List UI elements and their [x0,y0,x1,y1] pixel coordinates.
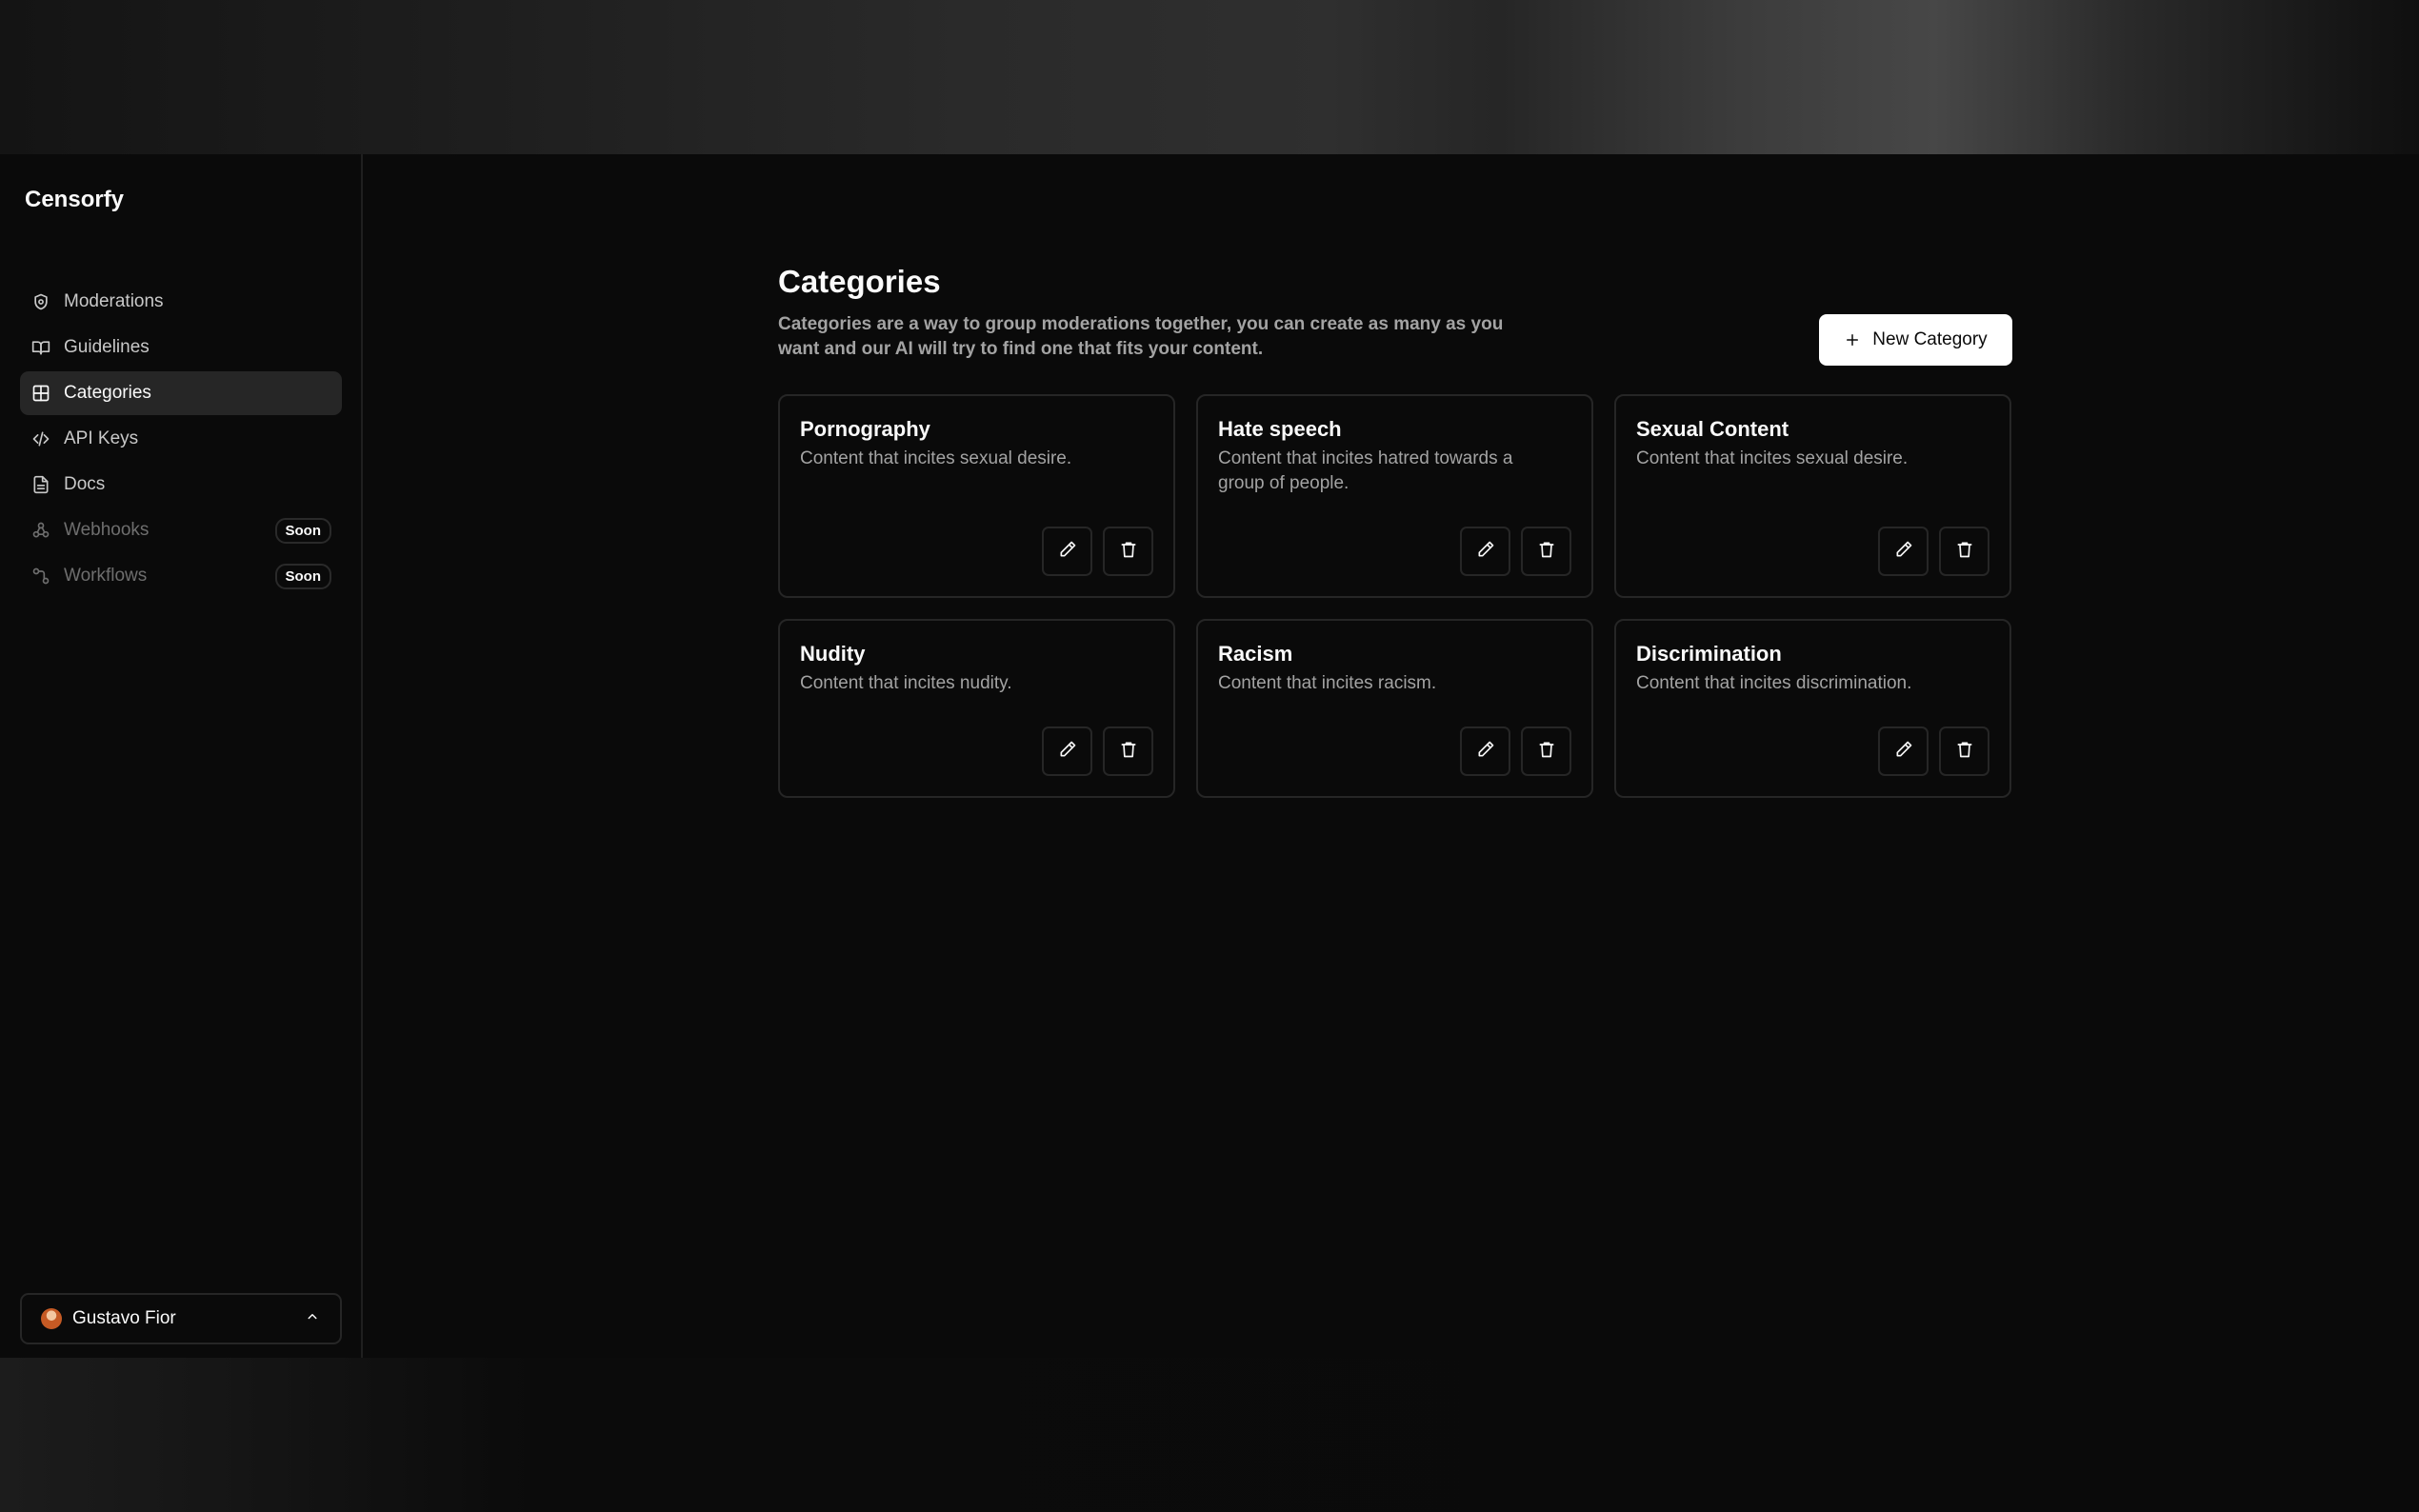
sidebar-item-label: Workflows [64,566,148,586]
pencil-icon [1058,740,1077,764]
trash-icon [1537,740,1556,764]
category-title: Racism [1218,642,1293,666]
category-title: Hate speech [1218,417,1342,441]
sidebar-item-label: API Keys [64,428,139,448]
trash-icon [1955,740,1974,764]
delete-category-button[interactable] [1103,726,1153,776]
edit-category-button[interactable] [1878,527,1929,576]
category-description: Content that incites nudity. [800,673,1012,693]
category-actions [1042,726,1153,776]
pencil-icon [1058,540,1077,564]
top-background-band [0,0,2419,154]
plus-icon [1844,331,1861,348]
category-actions [1460,527,1571,576]
category-card: Racism Content that incites racism. [1196,619,1593,798]
category-title: Sexual Content [1636,417,1789,441]
edit-category-button[interactable] [1878,726,1929,776]
trash-icon [1119,740,1138,764]
trash-icon [1537,540,1556,564]
delete-category-button[interactable] [1939,527,1989,576]
category-description: Content that incites hatred towards a gr… [1218,448,1513,493]
avatar [41,1308,62,1329]
category-card: Nudity Content that incites nudity. [778,619,1175,798]
code-icon [31,429,50,448]
edit-category-button[interactable] [1042,527,1092,576]
page-description: Categories are a way to group moderation… [778,314,1504,359]
sidebar-item-label: Categories [64,383,151,403]
file-text-icon [31,475,50,494]
soon-badge: Soon [274,563,331,589]
trash-icon [1119,540,1138,564]
sidebar-item-api-keys[interactable]: API Keys [20,417,342,461]
category-description: Content that incites discrimination. [1636,673,1912,693]
edit-category-button[interactable] [1042,726,1092,776]
category-card: Sexual Content Content that incites sexu… [1614,394,2011,598]
sidebar-nav: Moderations Guidelines Categories API Ke… [20,280,342,600]
category-card: Hate speech Content that incites hatred … [1196,394,1593,598]
sidebar-item-label: Docs [64,474,106,494]
new-category-button[interactable]: New Category [1819,314,2012,366]
delete-category-button[interactable] [1521,527,1571,576]
sidebar-item-webhooks[interactable]: Webhooks Soon [20,508,342,552]
page-title: Categories [778,264,941,299]
workflow-icon [31,567,50,586]
grid-icon [31,384,50,403]
category-actions [1878,527,1989,576]
trash-icon [1955,540,1974,564]
category-title: Pornography [800,417,930,441]
category-actions [1878,726,1989,776]
edit-category-button[interactable] [1460,726,1510,776]
category-card: Discrimination Content that incites disc… [1614,619,2011,798]
sidebar-item-label: Guidelines [64,337,150,357]
edit-category-button[interactable] [1460,527,1510,576]
category-actions [1042,527,1153,576]
category-actions [1460,726,1571,776]
webhook-icon [31,521,50,540]
category-title: Nudity [800,642,866,666]
sidebar-item-workflows[interactable]: Workflows Soon [20,554,342,598]
pencil-icon [1476,740,1495,764]
pencil-icon [1894,740,1913,764]
delete-category-button[interactable] [1939,726,1989,776]
sidebar-item-guidelines[interactable]: Guidelines [20,326,342,369]
category-description: Content that incites sexual desire. [1636,448,1909,468]
delete-category-button[interactable] [1521,726,1571,776]
bottom-background-band [0,1358,2419,1512]
shield-icon [31,292,50,311]
brand-logo: Censorfy [25,187,125,212]
sidebar-item-moderations[interactable]: Moderations [20,280,342,324]
book-open-icon [31,338,50,357]
pencil-icon [1894,540,1913,564]
category-description: Content that incites racism. [1218,673,1437,693]
sidebar-item-docs[interactable]: Docs [20,463,342,507]
user-name: Gustavo Fior [72,1308,176,1328]
pencil-icon [1476,540,1495,564]
delete-category-button[interactable] [1103,527,1153,576]
sidebar-item-label: Webhooks [64,520,150,540]
category-description: Content that incites sexual desire. [800,448,1072,468]
sidebar: Censorfy Moderations Guidelines Categori… [0,154,363,1358]
category-card: Pornography Content that incites sexual … [778,394,1175,598]
new-category-label: New Category [1872,329,1988,349]
user-menu-button[interactable]: Gustavo Fior [20,1293,342,1344]
categories-grid: Pornography Content that incites sexual … [778,394,2012,798]
chevron-up-icon [304,1308,321,1330]
soon-badge: Soon [274,517,331,544]
category-title: Discrimination [1636,642,1782,666]
sidebar-item-label: Moderations [64,291,164,311]
sidebar-item-categories[interactable]: Categories [20,371,342,415]
